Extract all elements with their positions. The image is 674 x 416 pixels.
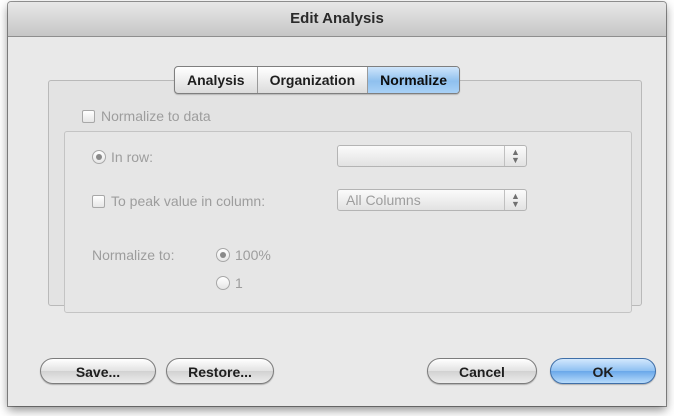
normalize-to-100-label: 100% — [235, 247, 271, 263]
normalize-to-1-radio[interactable] — [216, 276, 230, 290]
normalize-to-data-option[interactable]: Normalize to data — [82, 108, 211, 124]
column-popup-value: All Columns — [346, 192, 421, 208]
normalize-to-100-radio[interactable] — [216, 248, 230, 262]
in-row-popup[interactable]: ▲ ▼ — [337, 145, 527, 167]
ok-button[interactable]: OK — [550, 358, 656, 384]
normalize-to-label: Normalize to: — [92, 247, 175, 263]
dialog-content: Analysis Organization Normalize Normaliz… — [8, 37, 666, 406]
tab-analysis[interactable]: Analysis — [175, 67, 258, 93]
in-row-radio[interactable] — [92, 150, 106, 164]
restore-button[interactable]: Restore... — [166, 358, 274, 384]
normalize-to-data-label: Normalize to data — [101, 108, 211, 124]
cancel-button[interactable]: Cancel — [427, 358, 537, 384]
to-peak-label: To peak value in column: — [111, 193, 266, 209]
tab-bar: Analysis Organization Normalize — [174, 66, 461, 94]
column-popup[interactable]: All Columns ▲ ▼ — [337, 189, 527, 211]
normalize-to-label-row: Normalize to: — [92, 247, 174, 263]
tab-normalize[interactable]: Normalize — [368, 67, 460, 93]
in-row-label: In row: — [111, 149, 154, 165]
dialog-title: Edit Analysis — [290, 10, 384, 27]
normalize-to-1-option[interactable]: 1 — [216, 275, 243, 291]
to-peak-checkbox[interactable] — [92, 194, 105, 208]
edit-analysis-dialog: Edit Analysis Analysis Organization Norm… — [8, 2, 666, 406]
tab-organization[interactable]: Organization — [258, 67, 369, 93]
normalize-to-100-option[interactable]: 100% — [216, 247, 271, 263]
title-bar[interactable]: Edit Analysis — [8, 2, 666, 37]
save-button[interactable]: Save... — [40, 358, 156, 384]
normalize-to-1-label: 1 — [235, 275, 243, 291]
to-peak-option[interactable]: To peak value in column: — [92, 193, 265, 209]
in-row-option[interactable]: In row: — [92, 149, 153, 165]
popup-arrows-icon: ▲ ▼ — [504, 146, 526, 166]
popup-arrows-icon: ▲ ▼ — [504, 190, 526, 210]
normalize-to-data-checkbox[interactable] — [82, 109, 95, 123]
